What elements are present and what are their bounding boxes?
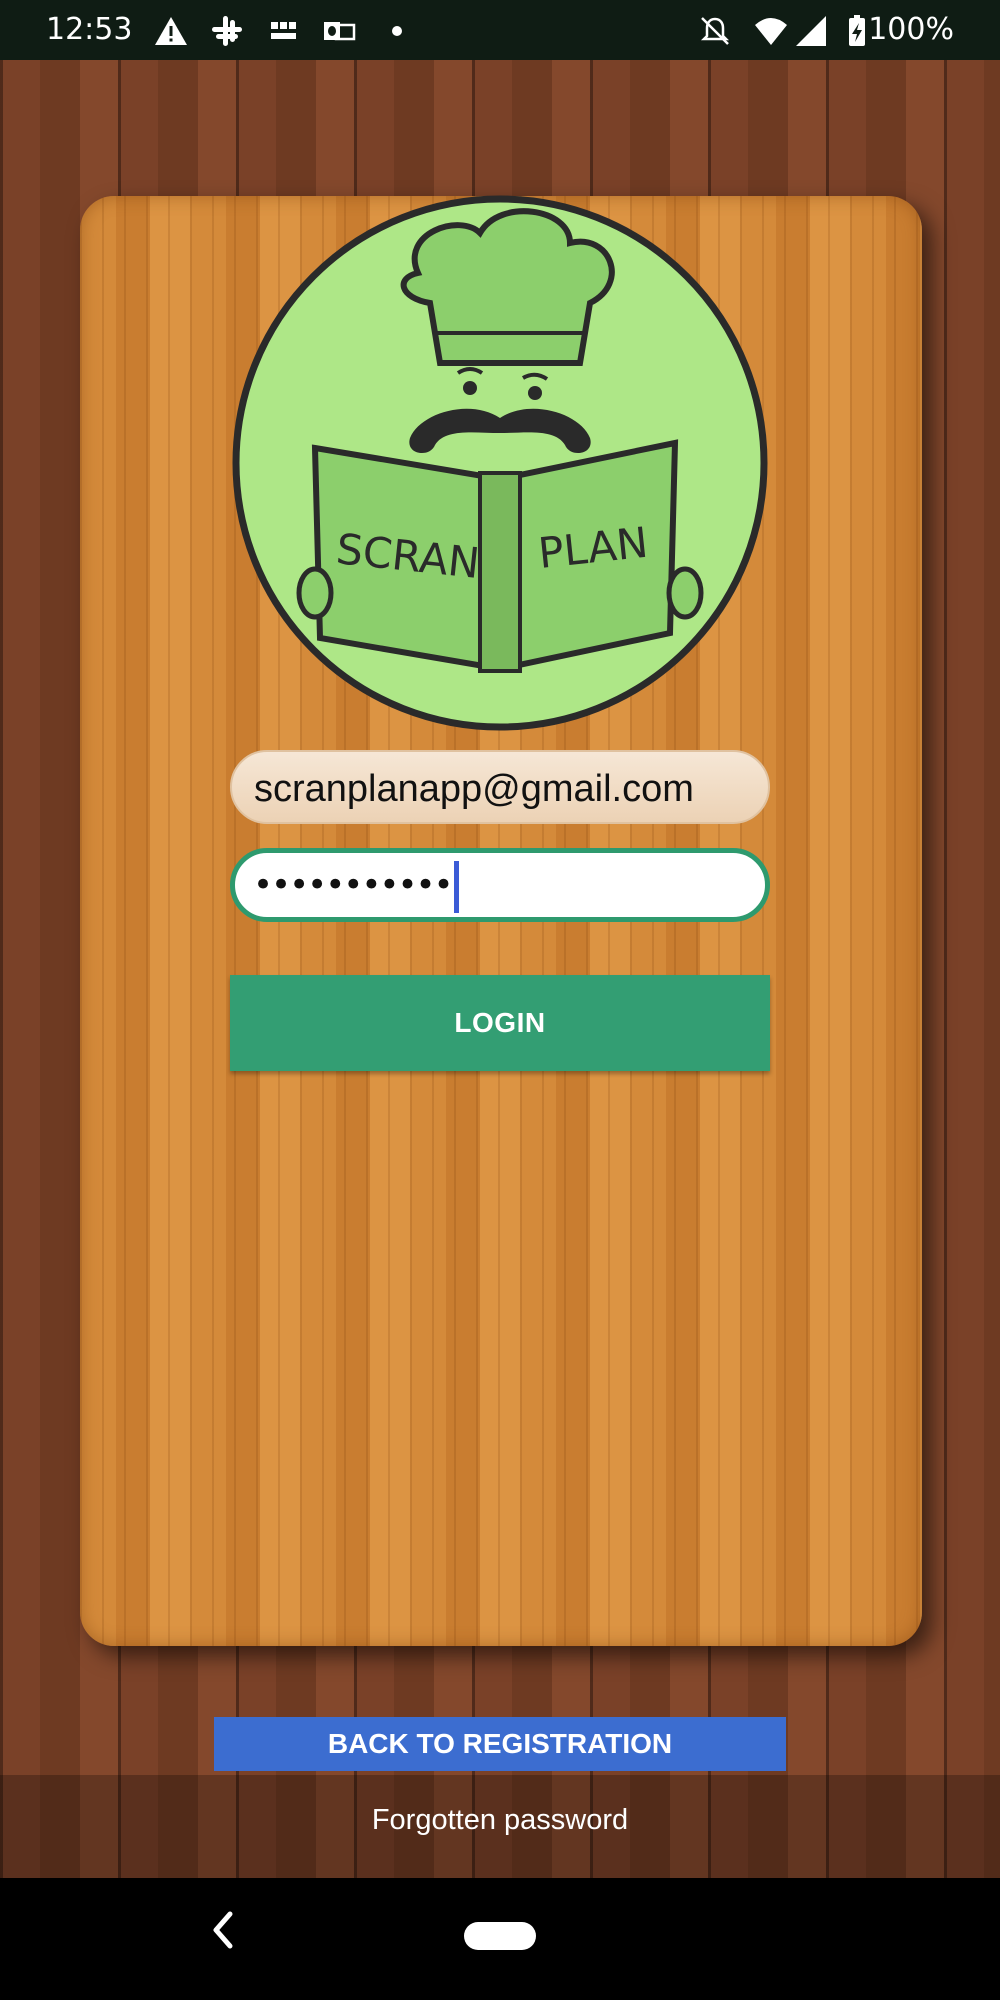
status-bar: 12:53 100% bbox=[0, 0, 1000, 60]
back-to-registration-button[interactable]: BACK TO REGISTRATION bbox=[214, 1717, 786, 1771]
email-field[interactable]: scranplanapp@gmail.com bbox=[230, 750, 770, 824]
password-value: ••••••••••• bbox=[253, 865, 454, 905]
status-time: 12:53 bbox=[46, 12, 133, 47]
password-field[interactable]: ••••••••••• bbox=[230, 848, 770, 922]
battery-percentage: 100% bbox=[868, 12, 954, 47]
slack-icon bbox=[212, 16, 242, 46]
wifi-icon bbox=[755, 18, 787, 45]
dot-icon bbox=[392, 26, 402, 36]
forgotten-password-link[interactable]: Forgotten password bbox=[0, 1804, 1000, 1837]
cell-signal-icon bbox=[796, 16, 826, 46]
scran-plan-logo: SCRAN PLAN bbox=[232, 195, 768, 731]
notifications-off-icon bbox=[700, 17, 730, 45]
navigation-bar bbox=[0, 1878, 1000, 2000]
warning-icon bbox=[155, 17, 187, 45]
back-chevron-icon[interactable] bbox=[208, 1908, 238, 1952]
login-button[interactable]: LOGIN bbox=[230, 975, 770, 1071]
home-pill-icon[interactable] bbox=[464, 1922, 536, 1950]
bbc-news-icon bbox=[271, 22, 296, 39]
text-caret bbox=[453, 860, 459, 913]
outlook-icon bbox=[324, 22, 356, 41]
